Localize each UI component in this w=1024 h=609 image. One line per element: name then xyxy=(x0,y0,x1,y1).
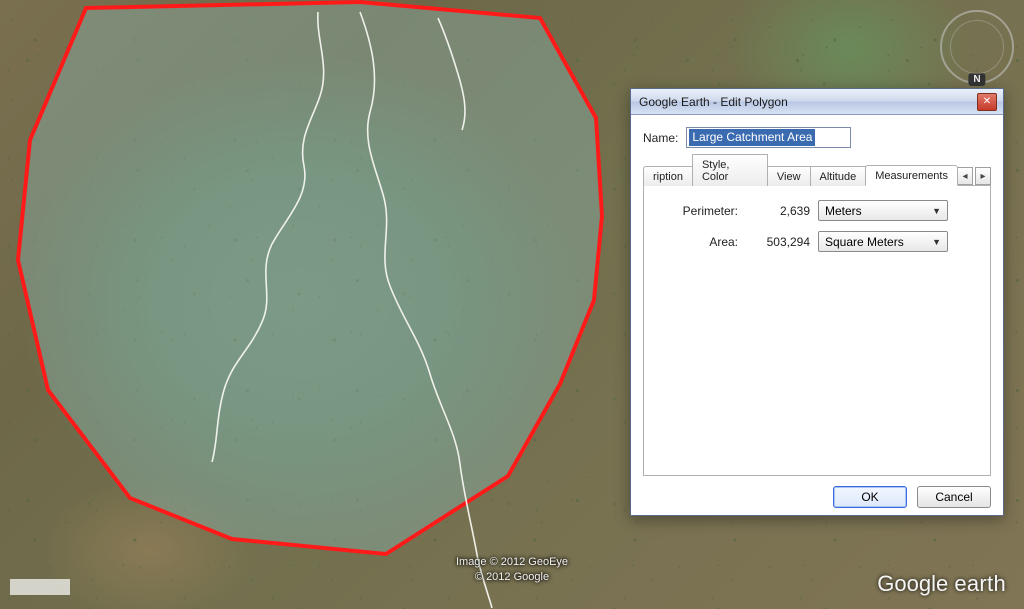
compass-widget[interactable]: N xyxy=(940,10,1014,84)
chevron-down-icon: ▼ xyxy=(932,206,941,216)
edit-polygon-dialog: Google Earth - Edit Polygon ✕ Name: Larg… xyxy=(630,88,1004,516)
catchment-polygon-fill xyxy=(18,2,602,554)
tab-view[interactable]: View xyxy=(767,166,811,186)
perimeter-unit-select[interactable]: Meters ▼ xyxy=(818,200,948,221)
tab-scroll-left-button[interactable]: ◂ xyxy=(957,167,973,185)
name-input-wrap: Large Catchment Area xyxy=(686,127,991,148)
tab-measurements[interactable]: Measurements xyxy=(865,165,958,186)
dialog-button-row: OK Cancel xyxy=(643,486,991,508)
perimeter-unit-text: Meters xyxy=(825,204,862,218)
tab-scroll-right-button[interactable]: ▸ xyxy=(975,167,991,185)
area-unit-select[interactable]: Square Meters ▼ xyxy=(818,231,948,252)
perimeter-row: Perimeter: 2,639 Meters ▼ xyxy=(658,200,976,221)
tabs-row: ription Style, Color View Altitude Measu… xyxy=(643,162,991,186)
imagery-attribution: Image © 2012 GeoEye © 2012 Google xyxy=(456,555,568,585)
area-value: 503,294 xyxy=(748,235,818,249)
tab-style-color[interactable]: Style, Color xyxy=(692,154,768,186)
attribution-line-2: © 2012 Google xyxy=(456,570,568,585)
close-button[interactable]: ✕ xyxy=(977,93,997,111)
scale-bar xyxy=(10,579,70,595)
dialog-titlebar[interactable]: Google Earth - Edit Polygon ✕ xyxy=(631,89,1003,115)
perimeter-value: 2,639 xyxy=(748,204,818,218)
attribution-line-1: Image © 2012 GeoEye xyxy=(456,555,568,570)
chevron-right-icon: ▸ xyxy=(980,171,985,182)
dialog-body: Name: Large Catchment Area ription Style… xyxy=(631,115,1003,515)
chevron-left-icon: ◂ xyxy=(962,171,967,182)
tab-altitude[interactable]: Altitude xyxy=(810,166,867,186)
dialog-title: Google Earth - Edit Polygon xyxy=(639,95,977,109)
close-icon: ✕ xyxy=(983,96,991,107)
perimeter-label: Perimeter: xyxy=(658,204,748,218)
google-earth-watermark: Google earth xyxy=(877,571,1006,597)
name-label: Name: xyxy=(643,131,678,145)
measurements-panel: Perimeter: 2,639 Meters ▼ Area: 503,294 … xyxy=(643,186,991,476)
tab-scroll-controls: ◂ ▸ xyxy=(957,167,991,185)
cancel-button[interactable]: Cancel xyxy=(917,486,991,508)
chevron-down-icon: ▼ xyxy=(932,237,941,247)
tab-description[interactable]: ription xyxy=(643,166,693,186)
compass-north-label: N xyxy=(968,73,985,86)
name-row: Name: Large Catchment Area xyxy=(643,127,991,148)
area-label: Area: xyxy=(658,235,748,249)
area-row: Area: 503,294 Square Meters ▼ xyxy=(658,231,976,252)
area-unit-text: Square Meters xyxy=(825,235,904,249)
name-input-selected-text: Large Catchment Area xyxy=(689,129,815,146)
ok-button[interactable]: OK xyxy=(833,486,907,508)
